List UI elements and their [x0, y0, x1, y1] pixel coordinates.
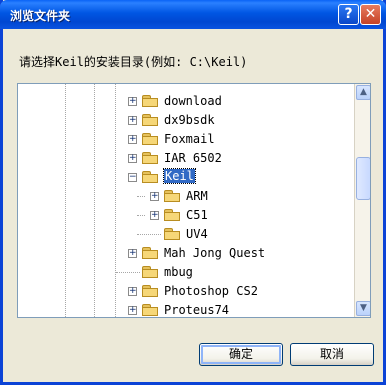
- tree-item-label: Photoshop CS2: [164, 284, 258, 298]
- instruction-text: 请选择Keil的安装目录(例如: C:\Keil): [19, 55, 248, 69]
- help-button[interactable]: ?: [338, 4, 359, 25]
- folder-icon: [142, 266, 159, 279]
- tree-item-mbug[interactable]: mbug: [18, 264, 354, 280]
- expand-icon[interactable]: +: [128, 97, 137, 106]
- folder-icon: [164, 190, 181, 203]
- tree-item-label: UV4: [186, 227, 208, 241]
- folder-tree[interactable]: + download + dx9bsdk + Foxmail + IAR 650…: [17, 83, 371, 318]
- tree-item-label: C51: [186, 208, 208, 222]
- tree-item-foxmail[interactable]: + Foxmail: [18, 131, 354, 147]
- window-title: 浏览文件夹: [10, 9, 71, 23]
- tree-item-download[interactable]: + download: [18, 93, 354, 109]
- folder-icon: [142, 152, 159, 165]
- tree-item-label: Mah Jong Quest: [164, 246, 266, 260]
- scroll-thumb[interactable]: [356, 157, 370, 200]
- tree-item-uv4[interactable]: UV4: [18, 226, 354, 242]
- tree-item-keil[interactable]: − Keil: [18, 168, 354, 185]
- tree-item-proteus74[interactable]: + Proteus74: [18, 302, 354, 317]
- tree-item-label: ARM: [186, 189, 208, 203]
- folder-icon: [142, 285, 159, 298]
- tree-item-label: Foxmail: [164, 132, 215, 146]
- browse-folder-dialog: 浏览文件夹 ? ✕ 请选择Keil的安装目录(例如: C:\Keil) + do…: [0, 0, 386, 385]
- vertical-scrollbar[interactable]: ▲ ▼: [354, 84, 370, 317]
- folder-icon: [164, 228, 181, 241]
- folder-icon: [142, 171, 159, 184]
- tree-item-dx9bsdk[interactable]: + dx9bsdk: [18, 112, 354, 128]
- expand-icon[interactable]: +: [150, 192, 159, 201]
- folder-icon: [142, 247, 159, 260]
- folder-icon: [142, 114, 159, 127]
- expand-icon[interactable]: +: [128, 154, 137, 163]
- folder-icon: [142, 95, 159, 108]
- expand-icon[interactable]: +: [128, 306, 137, 315]
- tree-item-arm[interactable]: + ARM: [18, 188, 354, 204]
- expand-icon[interactable]: +: [128, 135, 137, 144]
- scroll-up-button[interactable]: ▲: [356, 85, 370, 100]
- close-button[interactable]: ✕: [360, 4, 381, 25]
- folder-icon: [164, 209, 181, 222]
- tree-item-label: download: [164, 94, 222, 108]
- tree-item-label: dx9bsdk: [164, 113, 215, 127]
- tree-item-label: mbug: [164, 265, 193, 279]
- tree-item-label: Keil: [163, 168, 196, 184]
- ok-button[interactable]: 确定: [199, 343, 283, 366]
- tree-item-c51[interactable]: + C51: [18, 207, 354, 223]
- folder-icon: [142, 133, 159, 146]
- expand-icon[interactable]: +: [128, 116, 137, 125]
- tree-item-mah-jong-quest[interactable]: + Mah Jong Quest: [18, 245, 354, 261]
- tree-item-label: IAR 6502: [164, 151, 222, 165]
- title-bar[interactable]: 浏览文件夹 ? ✕: [0, 0, 386, 29]
- cancel-button[interactable]: 取消: [290, 343, 374, 366]
- tree-item-photoshop-cs2[interactable]: + Photoshop CS2: [18, 283, 354, 299]
- expand-icon[interactable]: +: [128, 249, 137, 258]
- tree-item-iar-6502[interactable]: + IAR 6502: [18, 150, 354, 166]
- folder-icon: [142, 304, 159, 317]
- tree-item-label: Proteus74: [164, 303, 230, 317]
- expand-icon[interactable]: +: [150, 211, 159, 220]
- collapse-icon[interactable]: −: [128, 173, 137, 182]
- expand-icon[interactable]: +: [128, 287, 137, 296]
- scroll-down-button[interactable]: ▼: [356, 301, 370, 316]
